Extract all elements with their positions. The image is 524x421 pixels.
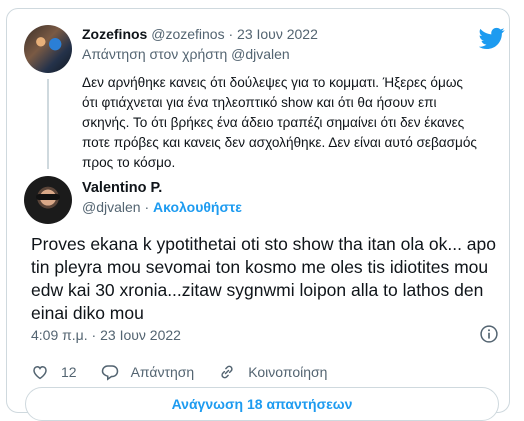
reply-label: Απάντηση <box>130 364 195 380</box>
main-meta-separator: · <box>91 327 97 343</box>
parent-author-handle[interactable]: @zozefinos <box>151 26 224 42</box>
main-separator: · <box>144 199 150 215</box>
parent-tweet-text: Δεν αρνήθηκε κανεις ότι δούλεψες για το … <box>82 75 477 170</box>
speech-bubble-icon <box>101 365 118 381</box>
action-bar: 12 Απάντηση Κοινοποίηση <box>31 362 351 382</box>
tweet-embed-card: Zozefinos @zozefinos · 23 Ιουν 2022 Απάν… <box>6 8 510 421</box>
main-avatar[interactable] <box>24 176 72 224</box>
parent-date[interactable]: 23 Ιουν 2022 <box>237 26 318 42</box>
parent-author-name[interactable]: Zozefinos <box>82 26 147 42</box>
like-count: 12 <box>61 364 77 380</box>
heart-icon <box>33 365 47 380</box>
reply-button[interactable]: Απάντηση <box>101 363 195 381</box>
main-tweet-time[interactable]: 4:09 π.μ. <box>31 327 88 343</box>
share-button[interactable]: Κοινοποίηση <box>218 363 327 381</box>
read-replies-button[interactable]: Ανάγνωση 18 απαντήσεων <box>25 387 499 421</box>
follow-button[interactable]: Ακολουθήστε <box>153 199 242 215</box>
link-icon <box>221 365 233 379</box>
info-icon[interactable] <box>479 324 499 344</box>
like-button[interactable]: 12 <box>31 363 77 381</box>
share-label: Κοινοποίηση <box>248 364 328 380</box>
reply-to-line: Απάντηση στον χρήστη @djvalen <box>82 46 290 62</box>
main-author-handle[interactable]: @djvalen <box>82 199 141 215</box>
main-author-subline: @djvalen · Ακολουθήστε <box>82 199 242 215</box>
thread-line <box>47 79 49 169</box>
main-author-name[interactable]: Valentino P. <box>82 180 162 196</box>
twitter-bird-icon[interactable] <box>479 25 505 51</box>
main-tweet-meta: 4:09 π.μ. · 23 Ιουν 2022 <box>31 327 181 343</box>
reply-to-mention[interactable]: @djvalen <box>231 46 290 62</box>
reply-to-prefix: Απάντηση στον χρήστη <box>82 46 232 62</box>
parent-header: Zozefinos @zozefinos · 23 Ιουν 2022 <box>82 26 318 42</box>
main-tweet-text: Proves ekana k ypotithetai oti sto show … <box>31 234 496 323</box>
parent-avatar[interactable] <box>24 25 72 73</box>
main-tweet-date[interactable]: 23 Ιουν 2022 <box>100 327 181 343</box>
parent-separator: · <box>228 26 234 42</box>
